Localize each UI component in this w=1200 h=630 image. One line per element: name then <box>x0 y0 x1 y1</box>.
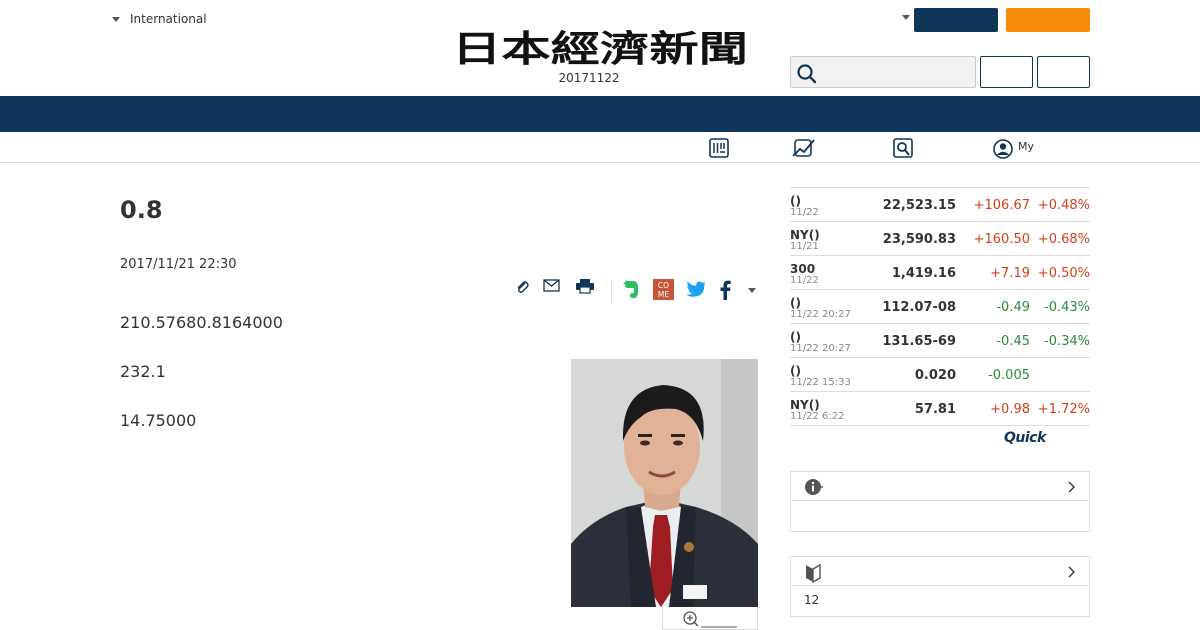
market-change: -0.005 <box>988 368 1030 383</box>
article-paragraph: 14.75000 <box>120 411 197 430</box>
market-row[interactable]: () 11/22 22,523.15 +106.67 +0.48% <box>790 188 1090 222</box>
newspaper-icon[interactable] <box>708 138 730 158</box>
chevron-right-icon <box>1068 566 1075 578</box>
caret-down-icon[interactable] <box>902 15 910 20</box>
beginner-mark-icon <box>806 563 821 583</box>
market-row[interactable]: () 11/22 20:27 112.07-08 -0.49 -0.43% <box>790 290 1090 324</box>
market-value: 22,523.15 <box>882 198 956 213</box>
market-change: +160.50 <box>973 232 1030 247</box>
mail-icon[interactable] <box>543 279 561 293</box>
market-name: () <box>790 364 801 378</box>
subscribe-button[interactable] <box>914 8 998 32</box>
beginner-box-header[interactable] <box>791 557 1089 586</box>
masthead-logo[interactable]: 日本經濟新聞 <box>452 28 748 68</box>
market-chart-icon[interactable] <box>792 138 816 158</box>
search-input[interactable] <box>821 61 971 83</box>
market-value: 0.020 <box>914 368 956 383</box>
market-change: +7.19 <box>990 266 1030 281</box>
chevron-right-icon <box>1068 481 1075 493</box>
beginner-box-text: 12 <box>804 593 820 607</box>
zoom-photo-button[interactable] <box>662 607 758 630</box>
market-name: NY() <box>790 398 820 412</box>
market-name: () <box>790 330 801 344</box>
market-time: 11/22 6:22 <box>790 411 845 422</box>
search-news-icon[interactable] <box>892 138 914 158</box>
market-time: 11/22 <box>790 207 819 218</box>
market-time: 11/22 <box>790 275 819 286</box>
market-change: -0.49 <box>996 300 1030 315</box>
article-photo[interactable] <box>571 359 758 607</box>
market-change: +0.98 <box>990 402 1030 417</box>
market-value: 112.07-08 <box>882 300 956 315</box>
info-box-header[interactable] <box>791 472 1089 501</box>
my-nikkei-label[interactable]: My <box>1018 140 1034 153</box>
share-toolbar: CO ME <box>510 278 760 304</box>
print-icon[interactable] <box>575 278 595 294</box>
info-box <box>790 471 1090 532</box>
market-value: 57.81 <box>914 402 956 417</box>
caret-down-icon <box>112 16 120 22</box>
market-value: 131.65-69 <box>882 334 956 349</box>
article-paragraph: 210.57680.8164000 <box>120 313 283 332</box>
article-title: 0.8 <box>120 196 163 224</box>
market-row[interactable]: () 11/22 20:27 131.65-69 -0.45 -0.34% <box>790 324 1090 358</box>
comemo-icon[interactable]: CO ME <box>653 279 674 300</box>
market-change-percent: +1.72% <box>1037 402 1090 417</box>
header-button-2[interactable] <box>1037 56 1090 88</box>
login-button[interactable] <box>1006 8 1090 32</box>
quick-logo[interactable]: Quick <box>1004 430 1046 446</box>
market-change-percent: -0.43% <box>1044 300 1090 315</box>
sub-nav: My <box>0 132 1200 163</box>
market-row[interactable]: 300 11/22 1,419.16 +7.19 +0.50% <box>790 256 1090 290</box>
zoom-in-icon <box>683 611 737 628</box>
edition-label: International <box>130 12 207 26</box>
market-change-percent: +0.68% <box>1037 232 1090 247</box>
market-change-percent: +0.50% <box>1037 266 1090 281</box>
article-paragraph: 232.1 <box>120 362 166 381</box>
market-name: () <box>790 296 801 310</box>
issue-date: 20171122 <box>558 71 620 85</box>
market-row[interactable]: NY() 11/22 6:22 57.81 +0.98 +1.72% <box>790 392 1090 426</box>
market-time: 11/21 <box>790 241 819 252</box>
market-change: +106.67 <box>973 198 1030 213</box>
beginner-box-body[interactable]: 12 <box>791 586 1089 616</box>
info-box-body <box>791 501 1089 531</box>
market-time: 11/22 15:33 <box>790 377 851 388</box>
market-name: NY() <box>790 228 820 242</box>
edition-selector[interactable]: International <box>112 12 207 26</box>
user-icon[interactable] <box>992 138 1014 160</box>
portrait-image <box>571 359 758 607</box>
market-value: 23,590.83 <box>882 232 956 247</box>
svg-text:CO: CO <box>658 281 669 290</box>
market-change: -0.45 <box>996 334 1030 349</box>
share-divider <box>611 280 612 302</box>
info-icon <box>805 479 823 495</box>
masthead-text: 日本經濟新聞 <box>452 28 748 68</box>
market-name: () <box>790 194 801 208</box>
market-data-table: () 11/22 22,523.15 +106.67 +0.48% NY() 11/21 23… <box>790 187 1090 426</box>
market-row[interactable]: () 11/22 15:33 0.020 -0.005 <box>790 358 1090 392</box>
market-name: 300 <box>790 262 816 276</box>
market-change-percent: +0.48% <box>1037 198 1090 213</box>
main-nav-bar[interactable] <box>0 96 1200 132</box>
header-button-1[interactable] <box>980 56 1033 88</box>
svg-text:ME: ME <box>658 290 669 299</box>
article-date: 2017/11/21 22:30 <box>120 257 237 272</box>
search-box[interactable] <box>790 56 976 88</box>
market-time: 11/22 20:27 <box>790 309 851 320</box>
site-header: International 日本經濟新聞 20171122 <box>0 0 1200 96</box>
market-change-percent: -0.34% <box>1044 334 1090 349</box>
evernote-icon[interactable] <box>622 278 640 300</box>
market-row[interactable]: NY() 11/21 23,590.83 +160.50 +0.68% <box>790 222 1090 256</box>
search-icon <box>797 64 817 84</box>
facebook-icon[interactable] <box>718 279 732 301</box>
beginner-box: 12 <box>790 556 1090 617</box>
more-share-caret-icon[interactable] <box>748 288 756 293</box>
clip-icon[interactable] <box>514 279 530 295</box>
twitter-icon[interactable] <box>685 281 707 299</box>
market-time: 11/22 20:27 <box>790 343 851 354</box>
market-value: 1,419.16 <box>891 266 956 281</box>
